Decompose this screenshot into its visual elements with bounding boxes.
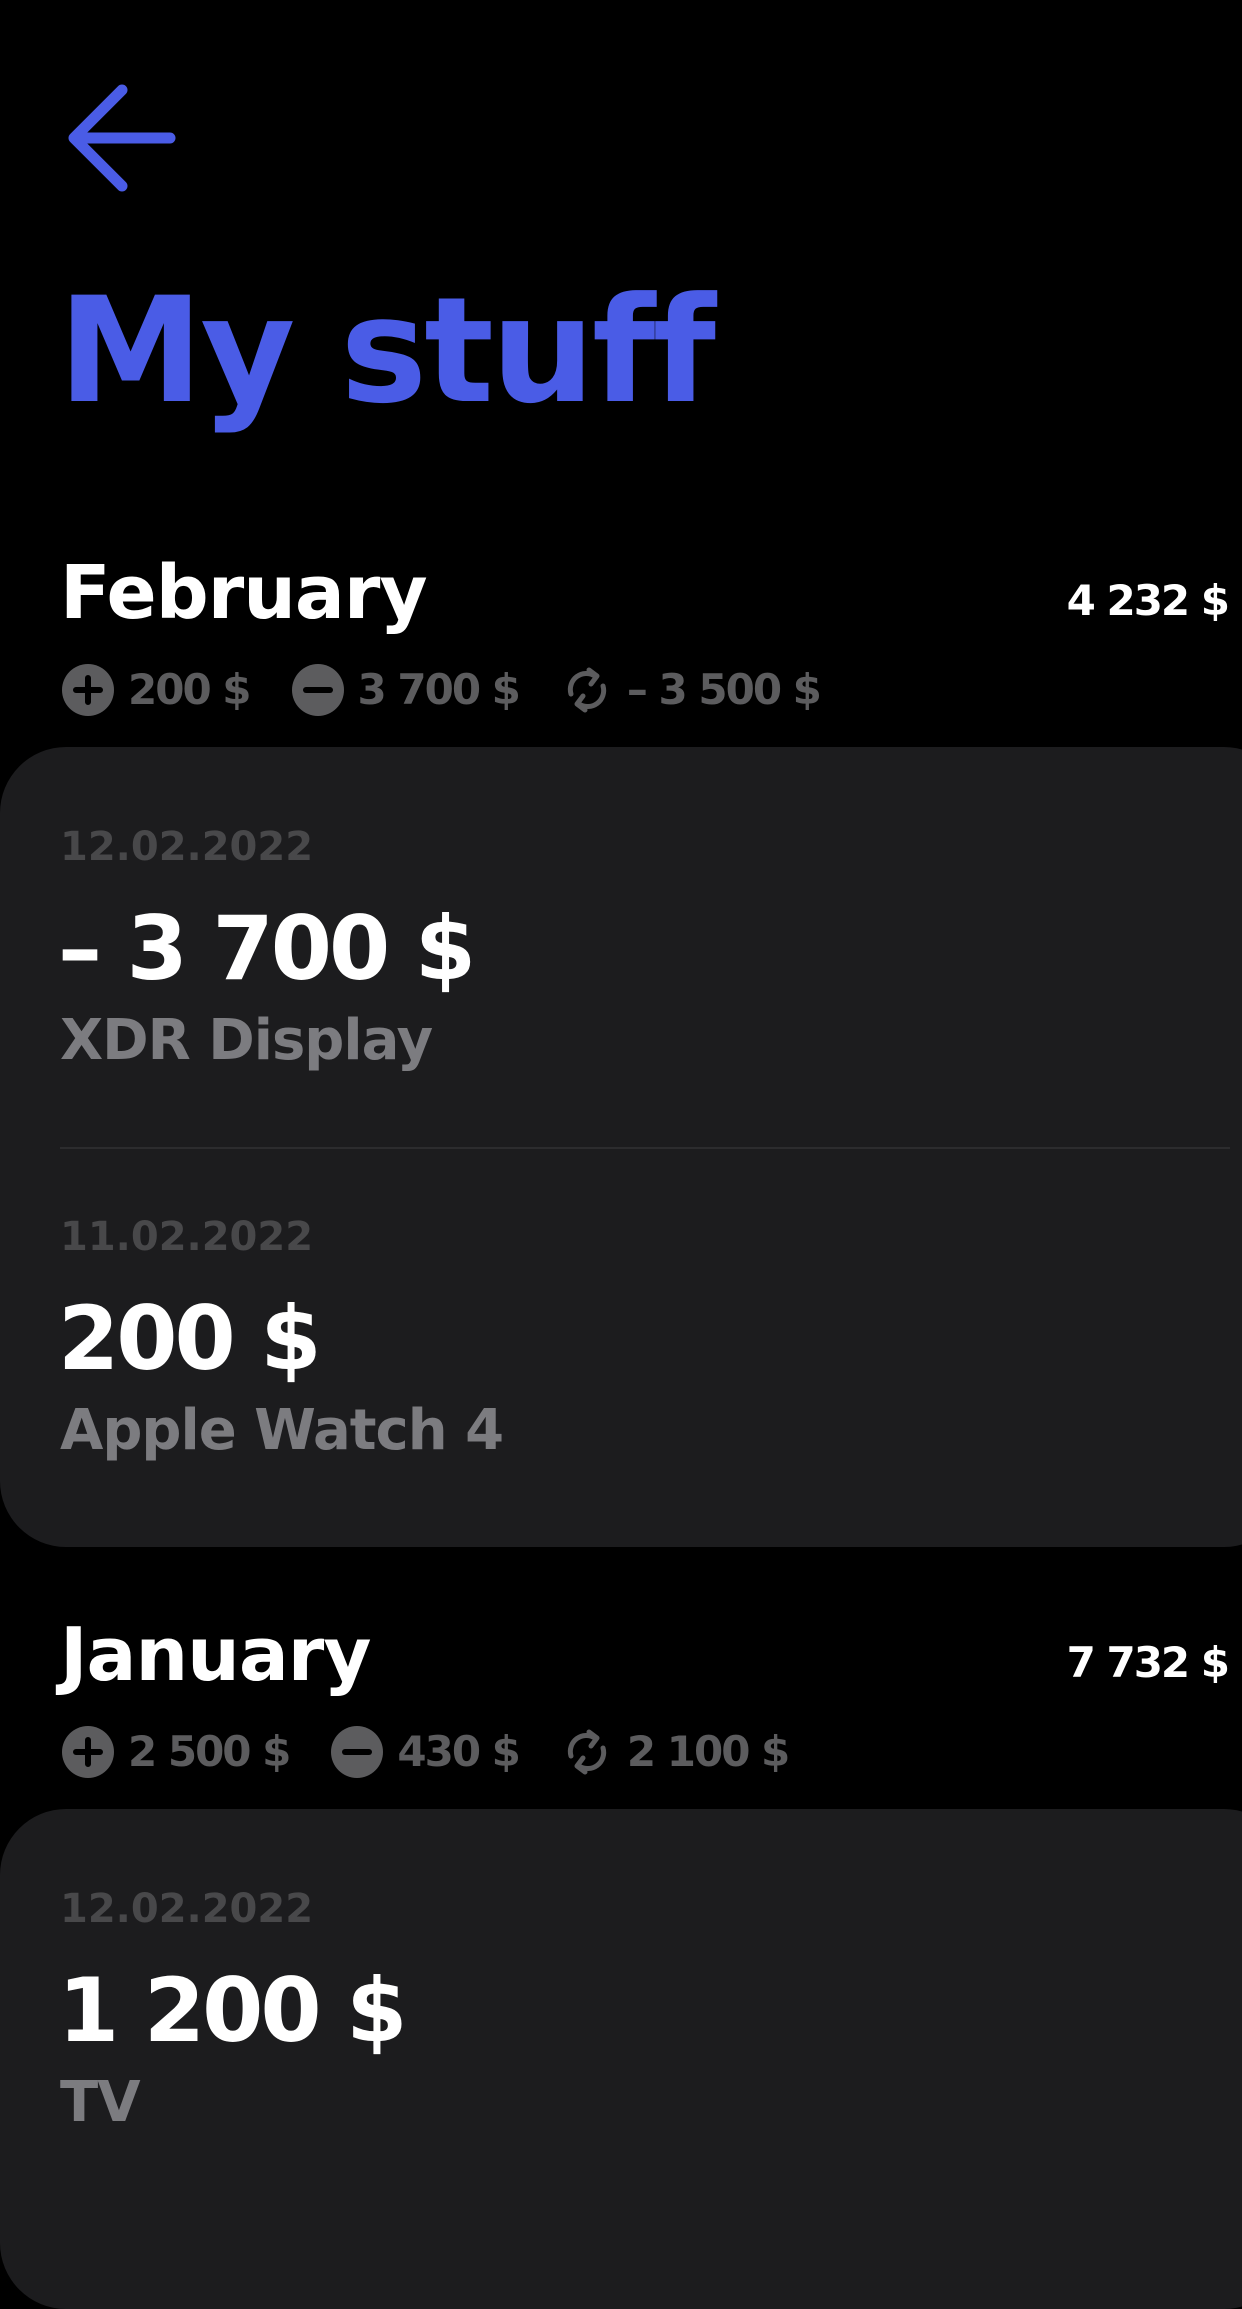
expense-stat: 430 $ [331,1726,521,1778]
minus-circle-icon [291,664,344,716]
refresh-icon [567,667,607,713]
balance-stat: – 3 500 $ [561,664,822,716]
transaction-title: TV [60,2070,141,2135]
page-title: My stuff [58,266,716,436]
month-stats: 2 500 $ 430 $ 2 100 $ [62,1724,830,1780]
transaction-item[interactable]: 11.02.2022 200 $ Apple Watch 4 [58,1137,1230,1527]
month-header-february: February 4 232 $ 200 $ 3 700 $ – 3 500 $ [0,556,1242,756]
month-name: January [60,1612,371,1698]
transactions-card-january: 12.02.2022 1 200 $ TV [0,1809,1242,2309]
expense-value: 430 $ [397,1727,521,1776]
transaction-title: XDR Display [60,1008,433,1073]
month-header-january: January 7 732 $ 2 500 $ 430 $ 2 100 $ [0,1618,1242,1818]
plus-circle-icon [62,664,114,716]
month-total: 7 732 $ [1066,1638,1230,1687]
expense-value: 3 700 $ [357,665,521,714]
income-value: 200 $ [128,665,252,714]
income-value: 2 500 $ [128,1727,291,1776]
refresh-icon [567,1729,607,1775]
transaction-item[interactable]: 12.02.2022 1 200 $ TV [58,1809,1230,2199]
month-name: February [60,550,428,636]
transaction-date: 12.02.2022 [60,1886,314,1932]
transactions-card-february: 12.02.2022 – 3 700 $ XDR Display 11.02.2… [0,747,1242,1547]
transaction-date: 12.02.2022 [60,824,314,870]
month-total: 4 232 $ [1066,576,1230,625]
transaction-amount: – 3 700 $ [58,897,476,1000]
minus-circle-icon [331,1726,384,1778]
transaction-title: Apple Watch 4 [60,1398,504,1463]
transaction-amount: 200 $ [58,1287,322,1390]
plus-circle-icon [62,1726,114,1778]
transaction-date: 11.02.2022 [60,1214,314,1260]
expense-stat: 3 700 $ [291,664,521,716]
month-stats: 200 $ 3 700 $ – 3 500 $ [62,662,862,718]
income-stat: 200 $ [62,664,252,716]
transaction-amount: 1 200 $ [58,1959,407,2062]
transaction-item[interactable]: 12.02.2022 – 3 700 $ XDR Display [58,747,1230,1137]
back-button[interactable] [66,82,182,198]
arrow-left-icon [68,84,176,192]
income-stat: 2 500 $ [62,1726,291,1778]
balance-stat: 2 100 $ [561,1726,790,1778]
balance-value: – 3 500 $ [626,665,822,714]
balance-value: 2 100 $ [626,1727,790,1776]
